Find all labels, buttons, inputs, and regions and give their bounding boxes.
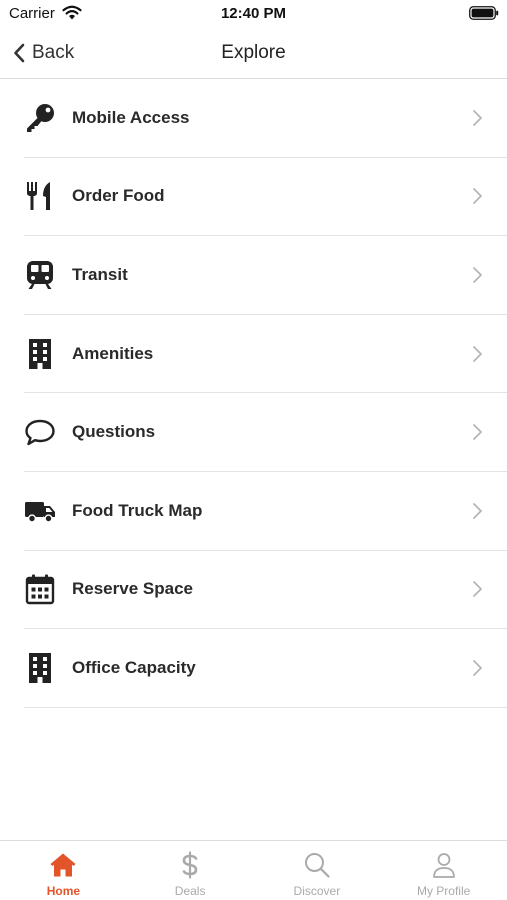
building-icon bbox=[24, 652, 56, 684]
menu-item-label: Reserve Space bbox=[72, 579, 193, 599]
chevron-right-icon bbox=[473, 188, 482, 205]
train-icon bbox=[24, 259, 56, 291]
tab-label: Home bbox=[46, 884, 81, 898]
chevron-right-icon bbox=[473, 660, 482, 676]
person-icon bbox=[432, 853, 455, 878]
tab-label: My Profile bbox=[416, 884, 471, 898]
menu-item-food-truck-map[interactable]: Food Truck Map bbox=[24, 472, 507, 551]
menu-item-label: Transit bbox=[72, 264, 128, 284]
menu-item-office-capacity[interactable]: Office Capacity bbox=[24, 629, 507, 708]
menu-item-transit[interactable]: Transit bbox=[24, 236, 507, 315]
home-icon bbox=[50, 853, 76, 877]
key-icon bbox=[24, 102, 56, 134]
menu-item-label: Amenities bbox=[72, 343, 154, 363]
menu-item-label: Mobile Access bbox=[72, 107, 190, 127]
menu-item-amenities[interactable]: Amenities bbox=[24, 315, 507, 394]
search-icon bbox=[304, 853, 330, 878]
building-icon bbox=[24, 338, 56, 370]
battery-icon bbox=[469, 6, 499, 20]
menu-item-label: Office Capacity bbox=[72, 657, 196, 677]
page-title: Explore bbox=[221, 42, 286, 63]
clock: 12:40 PM bbox=[220, 5, 287, 22]
chevron-right-icon bbox=[473, 267, 482, 283]
chevron-right-icon bbox=[473, 109, 482, 126]
navigation-bar: Back Explore bbox=[0, 28, 507, 79]
menu-item-mobile-access[interactable]: Mobile Access bbox=[24, 79, 507, 158]
menu-item-questions[interactable]: Questions bbox=[24, 393, 507, 472]
tab-home[interactable]: Home bbox=[0, 841, 127, 900]
status-bar: Carrier 12:40 PM bbox=[0, 0, 507, 28]
tab-bar: Home Deals Discover My Profile bbox=[0, 840, 507, 900]
truck-icon bbox=[24, 495, 56, 527]
tab-my-profile[interactable]: My Profile bbox=[380, 841, 507, 900]
calendar-icon bbox=[24, 573, 56, 605]
chevron-right-icon bbox=[473, 345, 482, 362]
tab-deals[interactable]: Deals bbox=[127, 841, 254, 900]
tab-discover[interactable]: Discover bbox=[254, 841, 381, 900]
menu-item-order-food[interactable]: Order Food bbox=[24, 158, 507, 237]
speech-bubble-icon bbox=[24, 416, 56, 448]
explore-menu: Mobile Access Order Food Transit Ameniti… bbox=[24, 79, 507, 708]
tab-label: Deals bbox=[174, 884, 206, 898]
menu-item-label: Order Food bbox=[72, 186, 165, 206]
menu-item-label: Food Truck Map bbox=[72, 500, 203, 520]
menu-item-label: Questions bbox=[72, 422, 156, 442]
chevron-right-icon bbox=[473, 581, 482, 598]
fork-knife-icon bbox=[24, 180, 56, 212]
tab-label: Discover bbox=[293, 884, 341, 898]
chevron-right-icon bbox=[473, 424, 482, 441]
dollar-icon bbox=[182, 851, 198, 879]
menu-item-reserve-space[interactable]: Reserve Space bbox=[24, 551, 507, 630]
chevron-right-icon bbox=[473, 502, 482, 519]
